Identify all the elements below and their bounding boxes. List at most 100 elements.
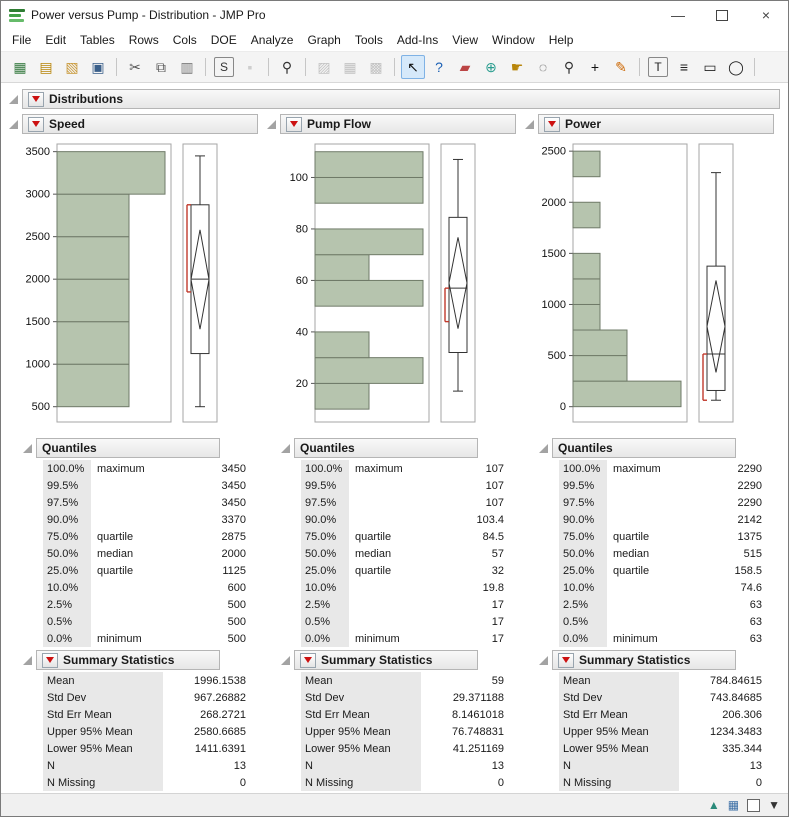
disclosure-icon-pump-flow[interactable] [267, 119, 276, 129]
power-histogram-chart[interactable]: 0 500 1000 1500 2000 2500 [527, 136, 767, 434]
copy-table-icon[interactable]: ▦ [338, 55, 362, 79]
red-triangle-menu-power-summary-statistics[interactable] [558, 652, 574, 668]
line-annotation-icon[interactable]: ≡ [672, 55, 696, 79]
histogram-bar[interactable] [314, 228, 424, 256]
new-data-table-icon[interactable]: ▦ [8, 55, 32, 79]
pump-flow-histogram-chart[interactable]: 20 40 60 80 100 [269, 136, 509, 434]
quantile-name: maximum [613, 462, 661, 475]
menu-view[interactable]: View [445, 30, 485, 50]
minimize-button[interactable]: — [656, 1, 700, 29]
histogram-bar[interactable] [572, 201, 601, 229]
menu-graph[interactable]: Graph [300, 30, 347, 50]
magnifier-tool-icon[interactable]: ⚲ [557, 55, 581, 79]
oval-annotation-icon[interactable]: ◯ [724, 55, 748, 79]
histogram-bar[interactable] [56, 321, 130, 365]
histogram-bar[interactable] [572, 278, 601, 305]
arrow-tool-icon[interactable]: ↖ [401, 55, 425, 79]
histogram-bar[interactable] [314, 254, 370, 281]
summary-row: N 13 [559, 757, 764, 774]
copy-icon[interactable]: ⧉ [149, 55, 173, 79]
menu-cols[interactable]: Cols [166, 30, 204, 50]
histogram-bar[interactable] [56, 236, 130, 280]
crosshair-tool-icon[interactable]: + [583, 55, 607, 79]
quantile-row: 0.5% 63 [559, 613, 764, 630]
paste-icon[interactable]: ▥ [175, 55, 199, 79]
histogram-bar[interactable] [572, 252, 601, 280]
histogram-bar[interactable] [572, 303, 601, 331]
disclosure-icon-pump-flow-summary-statistics[interactable] [281, 655, 290, 665]
paste-special-icon[interactable]: ▨ [312, 55, 336, 79]
rectangle-annotation-icon[interactable]: ▭ [698, 55, 722, 79]
open-icon[interactable]: ▧ [60, 55, 84, 79]
histogram-bar[interactable] [314, 176, 424, 204]
axis-tick-label: 1500 [542, 248, 566, 260]
quantile-percent: 100.0% [43, 460, 91, 477]
quantile-row: 99.5% 107 [301, 477, 506, 494]
speed-histogram-chart[interactable]: 500 1000 1500 2000 2500 3000 3500 [11, 136, 251, 434]
histogram-bar[interactable] [572, 380, 682, 408]
histogram-bar[interactable] [314, 382, 370, 410]
disclosure-icon-speed-summary-statistics[interactable] [23, 655, 32, 665]
annotate-icon[interactable]: T [648, 57, 668, 77]
histogram-bar[interactable] [56, 193, 130, 238]
disclosure-icon-power-summary-statistics[interactable] [539, 655, 548, 665]
menu-rows[interactable]: Rows [122, 30, 166, 50]
menu-tools[interactable]: Tools [348, 30, 390, 50]
quantile-value: 600 [227, 581, 246, 594]
power-quantiles-table: 100.0% maximum 2290 99.5% 2290 97.5% 2290 90.0%… [559, 460, 764, 647]
disclosure-icon-speed[interactable] [9, 119, 18, 129]
brush-tool-icon[interactable]: ▰ [453, 55, 477, 79]
pencil-tool-icon[interactable]: ✎ [609, 55, 633, 79]
copy-script-icon[interactable]: S [214, 57, 234, 77]
disclosure-icon-power[interactable] [525, 119, 534, 129]
histogram-bar[interactable] [56, 278, 130, 323]
speed-quantiles-header: Quantiles [36, 438, 220, 458]
maximize-button[interactable] [700, 1, 744, 29]
close-button[interactable]: × [744, 1, 788, 29]
quantile-value: 63 [749, 598, 762, 611]
menu-window[interactable]: Window [485, 30, 542, 50]
disclosure-icon-distributions[interactable] [9, 94, 18, 104]
save-icon[interactable]: ▣ [86, 55, 110, 79]
red-triangle-menu-pump-flow[interactable] [286, 116, 302, 132]
resize-grip-icon[interactable]: ▼ [768, 799, 780, 811]
red-triangle-menu-power[interactable] [544, 116, 560, 132]
menu-file[interactable]: File [5, 30, 38, 50]
histogram-bar[interactable] [572, 150, 601, 178]
help-tool-icon[interactable]: ? [427, 55, 451, 79]
globe-icon[interactable]: ⊕ [479, 55, 503, 79]
lasso-tool-icon[interactable]: ◌ [531, 55, 555, 79]
disclosure-icon-speed-quantiles[interactable] [23, 443, 32, 453]
scroll-to-top-icon[interactable]: ▲ [708, 799, 720, 811]
menu-add-ins[interactable]: Add-Ins [390, 30, 445, 50]
quantile-value: 17 [491, 598, 504, 611]
histogram-bar[interactable] [572, 355, 628, 382]
maximize-icon [716, 9, 728, 21]
histogram-bar[interactable] [56, 151, 166, 195]
copy-graph-icon[interactable]: ▩ [364, 55, 388, 79]
red-triangle-menu-pump-flow-summary-statistics[interactable] [300, 652, 316, 668]
menu-edit[interactable]: Edit [38, 30, 73, 50]
menu-tables[interactable]: Tables [73, 30, 122, 50]
histogram-bar[interactable] [314, 357, 424, 384]
menu-doe[interactable]: DOE [204, 30, 244, 50]
window-selector-icon[interactable] [747, 798, 761, 812]
grabber-tool-icon[interactable]: ☛ [505, 55, 529, 79]
menu-help[interactable]: Help [542, 30, 581, 50]
lock-icon[interactable]: ▪ [238, 55, 262, 79]
histogram-bar[interactable] [572, 329, 628, 357]
new-journal-icon[interactable]: ▤ [34, 55, 58, 79]
red-triangle-menu-speed-summary-statistics[interactable] [42, 652, 58, 668]
search-icon[interactable]: ⚲ [275, 55, 299, 79]
red-triangle-menu-speed[interactable] [28, 116, 44, 132]
red-triangle-menu-distributions[interactable] [28, 91, 44, 107]
menu-analyze[interactable]: Analyze [244, 30, 301, 50]
histogram-bar[interactable] [314, 279, 424, 307]
histogram-bar[interactable] [56, 363, 130, 408]
disclosure-icon-power-quantiles[interactable] [539, 443, 548, 453]
cut-icon[interactable]: ✂ [123, 55, 147, 79]
disclosure-icon-pump-flow-quantiles[interactable] [281, 443, 290, 453]
histogram-bar[interactable] [314, 331, 370, 359]
data-table-icon[interactable]: ▦ [728, 799, 739, 811]
histogram-bar[interactable] [314, 151, 424, 178]
